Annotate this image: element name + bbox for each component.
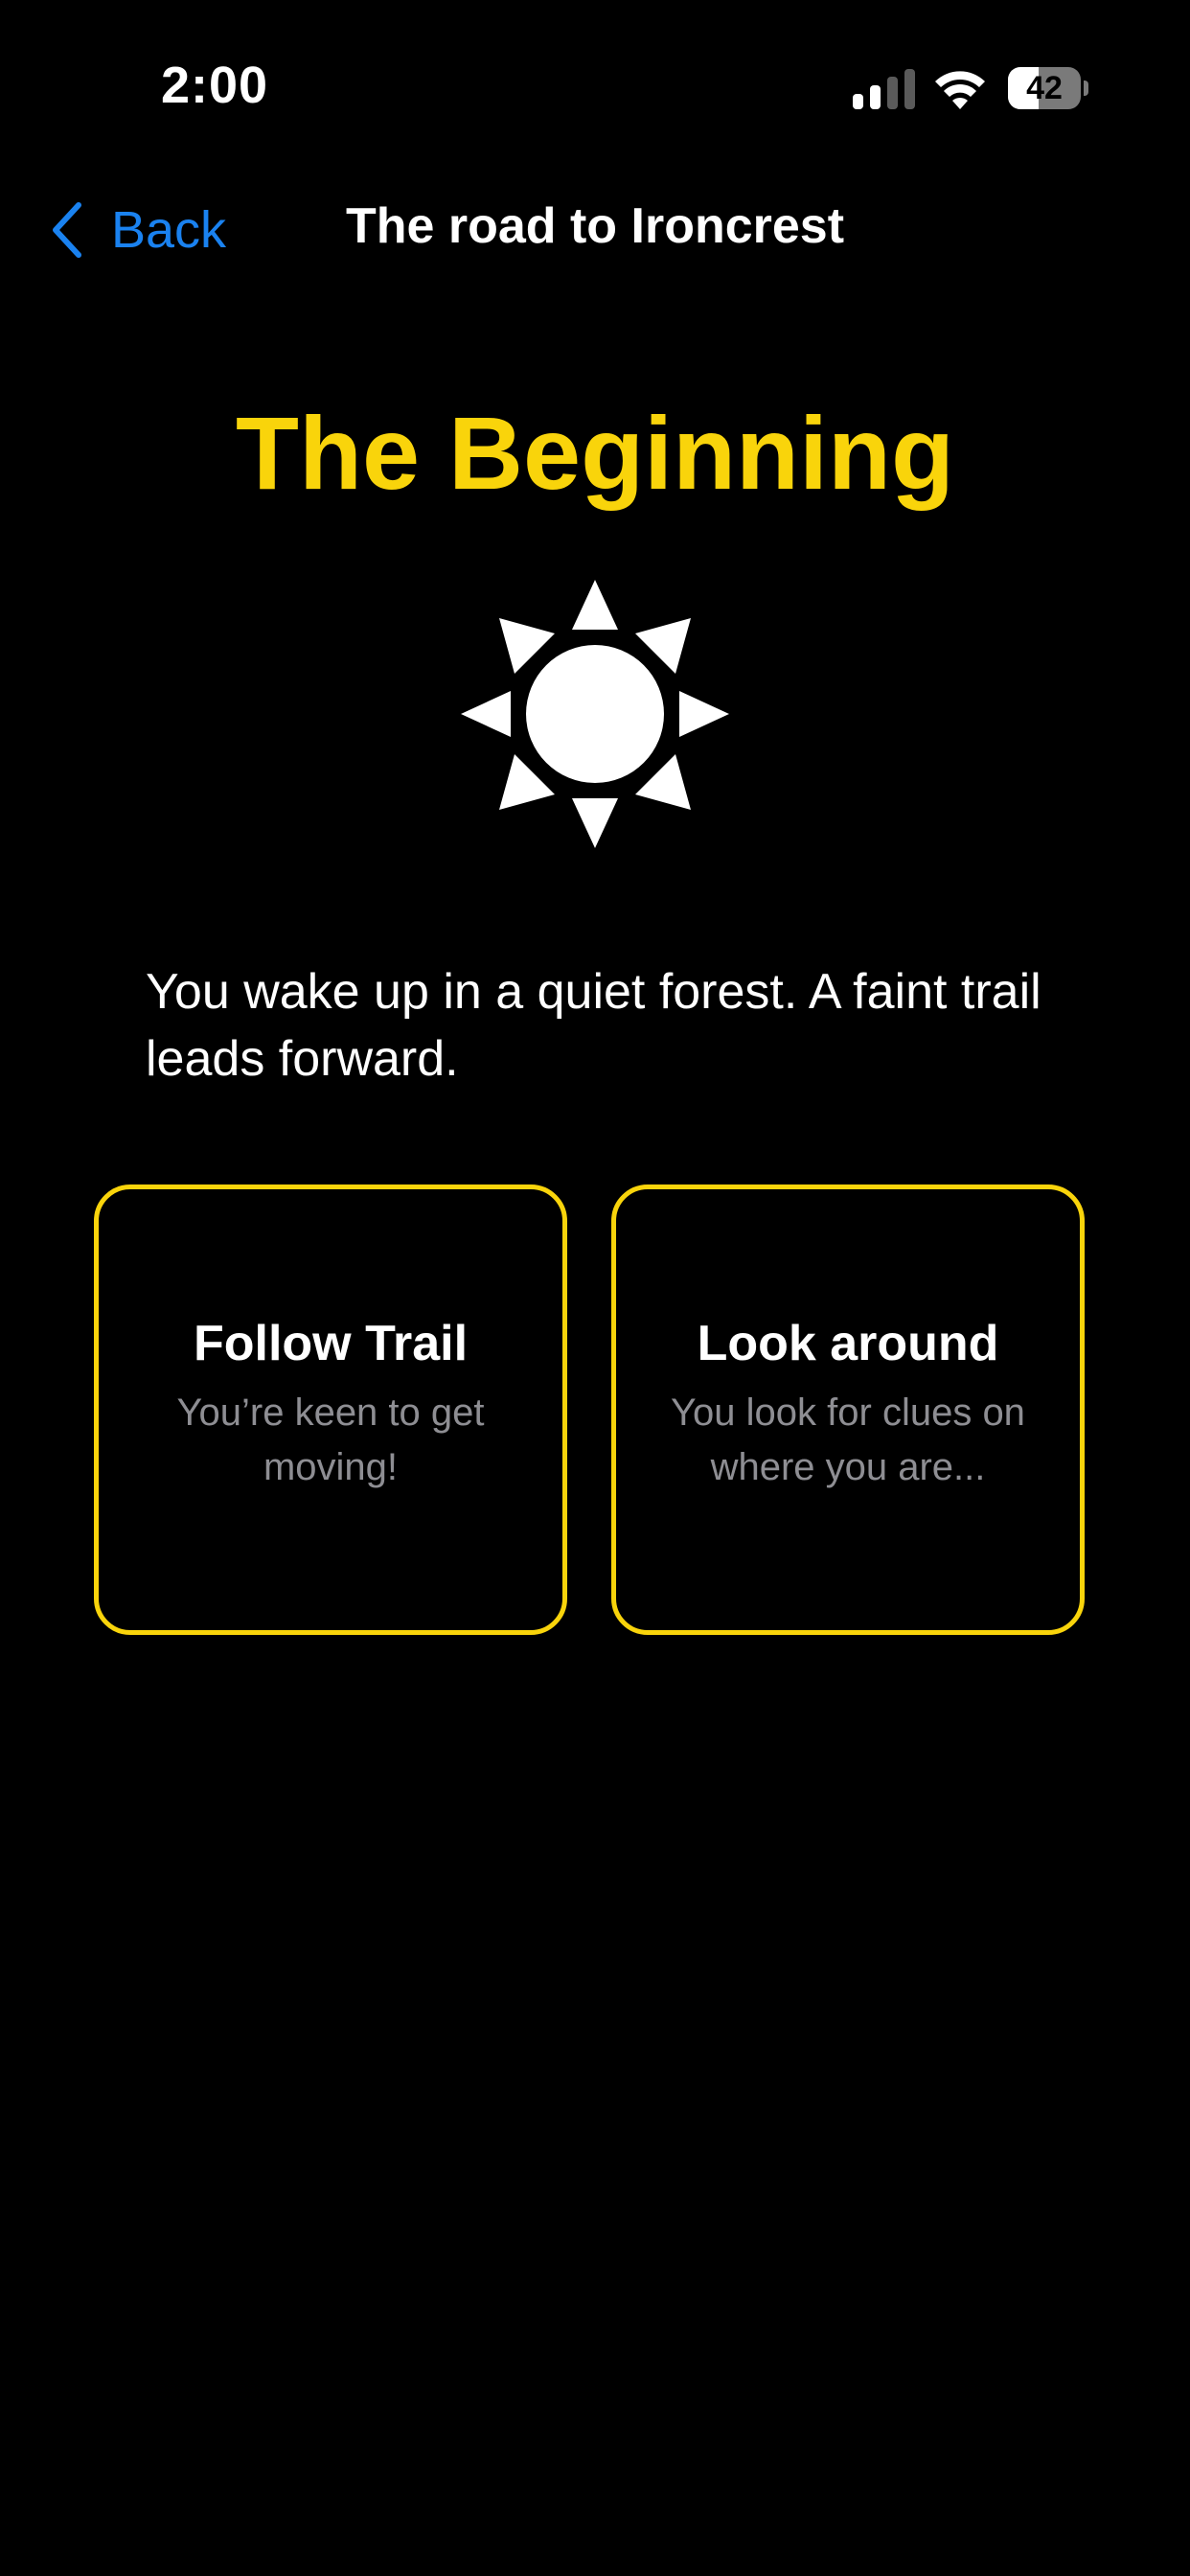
- wifi-icon: [935, 71, 985, 109]
- status-time: 2:00: [161, 57, 269, 114]
- battery-level: 42: [1026, 70, 1063, 106]
- choice-description: You look for clues on where you are...: [671, 1392, 1025, 1488]
- sun-icon: [461, 580, 729, 848]
- choice-follow-trail[interactable]: Follow Trail You’re keen to get moving!: [94, 1184, 567, 1635]
- choice-description: You’re keen to get moving!: [176, 1392, 485, 1488]
- scene-description: You wake up in a quiet forest. A faint t…: [146, 964, 1041, 1087]
- back-button[interactable]: Back: [48, 192, 226, 268]
- choice-title: Look around: [697, 1316, 999, 1371]
- back-label: Back: [111, 201, 227, 259]
- battery-icon: 42: [1008, 67, 1088, 109]
- scene-title: The Beginning: [236, 395, 954, 511]
- choice-title: Follow Trail: [193, 1316, 469, 1371]
- chevron-left-icon: [53, 202, 81, 258]
- cellular-signal-icon: [853, 69, 915, 109]
- status-bar: 2:00 42: [0, 0, 1190, 144]
- choice-look-around[interactable]: Look around You look for clues on where …: [611, 1184, 1085, 1635]
- nav-title: The road to Ironcrest: [345, 198, 845, 254]
